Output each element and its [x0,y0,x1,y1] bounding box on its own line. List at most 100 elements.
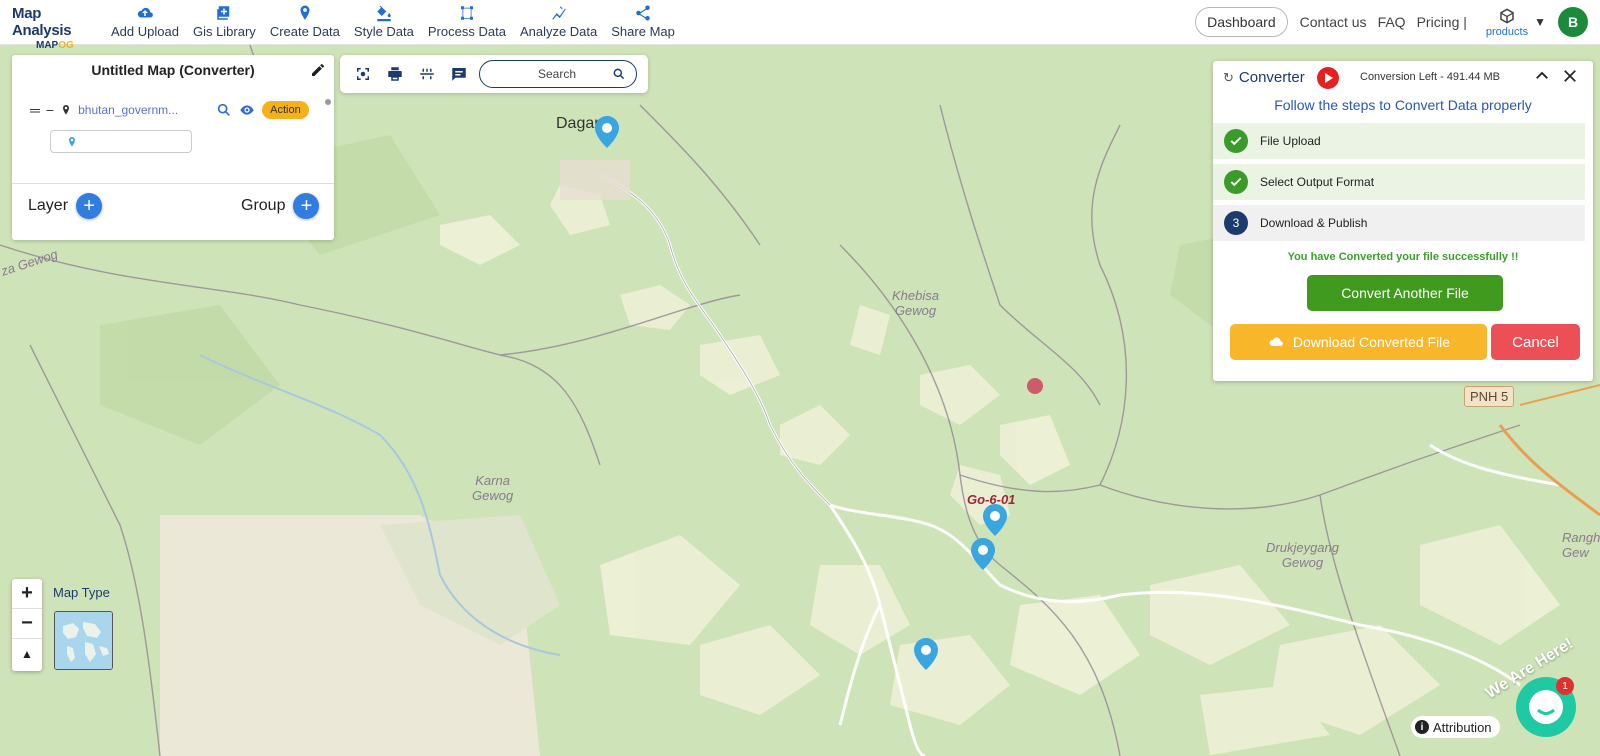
faq-link[interactable]: FAQ [1378,14,1406,30]
download-label: Download Converted File [1292,334,1451,350]
road-shield-pnh5: PNH 5 [1464,386,1515,407]
nav-style-data[interactable]: Style Data [347,4,421,39]
drag-handle-icon[interactable]: ═ [30,102,40,118]
attribution-label: Attribution [1433,719,1492,735]
products-label: products [1485,25,1529,38]
products-menu[interactable]: products [1486,7,1528,38]
refresh-icon: ↻ [1223,69,1234,85]
nav-label: Analyze Data [519,24,598,39]
measure-icon[interactable] [418,65,436,83]
eye-icon[interactable] [238,102,256,118]
collapse-icon[interactable]: − [46,102,54,118]
layer-status-dot [325,99,331,105]
nav-create-data[interactable]: Create Data [263,4,347,39]
zoom-in-button[interactable]: + [12,579,42,609]
convert-another-file-button[interactable]: Convert Another File [1307,275,1503,311]
logo-subtitle: MAPOG [36,40,74,51]
library-icon [217,6,230,20]
fullscreen-focus-icon[interactable] [354,65,372,83]
edit-pencil-icon[interactable] [310,62,326,78]
info-icon: i [1415,720,1429,734]
nav-add-upload[interactable]: Add Upload [104,4,186,39]
place-label-karna: Karna Gewog [472,473,514,503]
top-navbar: Map Analysis MAPOG Add Upload Gis Librar… [0,0,1600,51]
zoom-to-layer-icon[interactable] [216,102,232,118]
search-icon[interactable] [612,67,626,81]
map-type-label: Map Type [53,585,110,600]
comment-icon[interactable] [450,65,468,83]
place-label-drukjeygang: Drukjeygang Gewog [1266,540,1339,570]
app-logo[interactable]: Map Analysis MAPOG [12,5,102,51]
nav-gis-library[interactable]: Gis Library [186,4,263,39]
map-marker-icon[interactable] [971,538,995,570]
youtube-icon[interactable] [1317,67,1339,89]
compass-reset-button[interactable]: ▲ [12,639,42,669]
map-marker-icon[interactable] [914,638,938,670]
analyze-icon [551,6,566,20]
map-marker-icon[interactable] [595,116,619,148]
close-icon[interactable] [1561,67,1579,85]
layer-name-link[interactable]: bhutan_governm... [78,103,210,117]
nav-label: Add Upload [111,24,179,39]
cancel-button[interactable]: Cancel [1491,324,1580,360]
paint-bucket-icon [377,5,391,22]
process-icon [460,6,473,20]
add-group-label: Group [241,197,286,214]
dashboard-button[interactable]: Dashboard [1195,7,1288,37]
nav-label: Style Data [353,24,414,39]
user-avatar[interactable]: B [1558,7,1588,37]
cube-icon [1500,8,1514,23]
print-icon[interactable] [386,65,404,83]
converter-title: ↻ Converter [1223,69,1305,86]
share-icon [636,5,650,21]
zoom-control: + − ▲ [12,579,42,671]
nav-process-data[interactable]: Process Data [421,4,513,39]
nav-share-map[interactable]: Share Map [604,4,682,39]
map-pin-icon [63,105,70,115]
nav-analyze-data[interactable]: Analyze Data [513,4,604,39]
add-group-button[interactable]: + [293,193,320,219]
map-search-input[interactable]: Search [479,60,637,88]
logo-title: Map Analysis [12,5,72,39]
cloud-upload-icon [137,7,153,18]
download-converted-file-button[interactable]: Download Converted File [1230,324,1487,360]
nav-label: Gis Library [192,24,256,39]
attribution-button[interactable]: i Attribution [1411,716,1500,738]
location-pin-icon [69,137,75,147]
step-download-publish[interactable]: 3 Download & Publish [1213,205,1585,241]
add-layer-button[interactable]: + [76,193,103,219]
converter-header: ↻ Converter Conversion Left - 491.44 MB [1213,61,1593,93]
pricing-link[interactable]: Pricing | [1417,14,1467,30]
nav-label: Create Data [269,24,340,39]
step-number: 3 [1224,211,1248,235]
check-icon [1224,129,1248,153]
red-dot-marker[interactable] [1027,378,1043,394]
layer-action-button[interactable]: Action [262,101,309,119]
panel-divider [12,183,334,184]
add-layer-control: Layer + [28,193,103,219]
contact-link[interactable]: Contact us [1300,14,1367,30]
main-nav: Add Upload Gis Library Create Data Style… [104,4,682,39]
chevron-down-icon[interactable]: ▼ [1534,15,1546,29]
check-icon [1224,170,1248,194]
place-label-rangtho: Ranghtho Gew [1562,530,1600,560]
chat-notification-badge: 1 [1556,677,1574,695]
step-label: Select Output Format [1260,175,1375,189]
place-label-khebisa: Khebisa Gewog [892,288,939,318]
conversion-left-text: Conversion Left - 491.44 MB [1360,71,1501,83]
nav-label: Share Map [611,24,675,39]
add-layer-label: Layer [28,197,69,214]
layer-location-input[interactable] [50,130,192,153]
success-message: You have Converted your file successfull… [1287,251,1519,263]
chevron-up-icon[interactable] [1533,67,1551,85]
add-group-control: Group + [241,193,320,219]
step-file-upload[interactable]: File Upload [1213,123,1585,159]
layer-row: ═ − bhutan_governm... Action [30,101,330,119]
map-type-thumbnail[interactable] [54,611,113,670]
step-select-output-format[interactable]: Select Output Format [1213,164,1585,200]
zoom-out-button[interactable]: − [12,609,42,639]
world-map-icon [55,612,112,669]
map-toolbar: Search [340,55,648,93]
converter-subtitle: Follow the steps to Convert Data properl… [1274,97,1532,113]
map-marker-icon[interactable] [983,504,1007,536]
